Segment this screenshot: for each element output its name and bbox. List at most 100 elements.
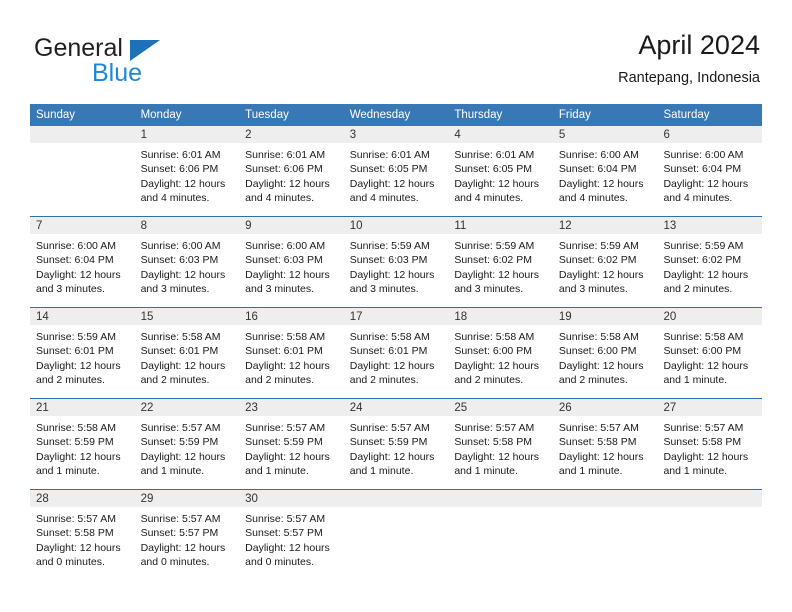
day-detail-line: Sunrise: 5:58 AM	[245, 331, 326, 343]
calendar-day-cell[interactable]: 26 Sunrise: 5:57 AM Sunset: 5:58 PM Dayligh…	[552, 399, 658, 478]
day-details: Sunrise: 5:59 AM Sunset: 6:01 PM Daylight:…	[30, 325, 135, 386]
calendar-day-cell-empty	[657, 490, 763, 567]
day-detail-line: and 3 minutes.	[558, 283, 628, 296]
day-number: 5	[552, 126, 658, 143]
day-details: Sunrise: 5:58 AM Sunset: 6:00 PM Daylight:…	[552, 325, 658, 386]
calendar-day-cell[interactable]: 2 Sunrise: 6:01 AM Sunset: 6:06 PM Daylight…	[239, 126, 344, 204]
calendar-day-cell[interactable]: 6 Sunrise: 6:00 AM Sunset: 6:04 PM Daylight…	[657, 126, 763, 205]
day-detail-line: Daylight: 12 hours	[36, 359, 121, 372]
day-detail-line: Sunset: 5:58 PM	[36, 527, 114, 540]
day-detail-line: and 0 minutes.	[36, 556, 105, 569]
weekday-header-monday: Monday	[140, 109, 182, 121]
calendar-day-cell[interactable]: 14 Sunrise: 5:59 AM Sunset: 6:01 PM Dayligh…	[30, 308, 135, 386]
day-detail-line: Daylight: 12 hours	[140, 268, 226, 281]
day-detail-line: Sunset: 5:58 PM	[454, 436, 532, 449]
day-detail-line: Daylight: 12 hours	[245, 541, 330, 554]
day-detail-line: Sunset: 6:05 PM	[349, 163, 428, 176]
day-detail-line: Daylight: 12 hours	[663, 268, 749, 281]
day-detail-line: Sunrise: 6:01 AM	[245, 149, 326, 161]
calendar-day-cell[interactable]: 20 Sunrise: 5:58 AM Sunset: 6:00 PM Dayligh…	[657, 308, 763, 386]
day-details: Sunrise: 5:57 AM Sunset: 5:57 PM Daylight:…	[239, 507, 344, 569]
calendar-day-cell[interactable]: 16 Sunrise: 5:58 AM Sunset: 6:01 PM Dayligh…	[239, 308, 344, 386]
calendar-day-cell-empty	[343, 490, 449, 567]
calendar-day-cell[interactable]: 9 Sunrise: 6:00 AM Sunset: 6:03 PM Daylight…	[239, 217, 344, 295]
day-details	[657, 507, 763, 567]
day-detail-line: Daylight: 12 hours	[36, 450, 121, 463]
day-detail-line: Daylight: 12 hours	[454, 268, 539, 281]
day-details: Sunrise: 5:59 AM Sunset: 6:02 PM Daylight:…	[552, 234, 658, 296]
day-detail-line: Sunrise: 5:59 AM	[36, 331, 116, 343]
day-detail-line: Daylight: 12 hours	[558, 268, 644, 281]
day-number: 20	[657, 308, 763, 325]
day-detail-line: Daylight: 12 hours	[558, 177, 644, 190]
day-detail-line: Daylight: 12 hours	[349, 450, 435, 463]
day-details	[552, 507, 658, 567]
day-detail-line: Daylight: 12 hours	[454, 177, 539, 190]
calendar-day-cell[interactable]: 19 Sunrise: 5:58 AM Sunset: 6:00 PM Dayligh…	[552, 308, 658, 386]
calendar-day-cell[interactable]: 29 Sunrise: 5:57 AM Sunset: 5:57 PM Dayligh…	[134, 490, 240, 568]
calendar-day-cell[interactable]: 13 Sunrise: 5:59 AM Sunset: 6:02 PM Dayligh…	[657, 217, 763, 295]
calendar-day-cell[interactable]: 30 Sunrise: 5:57 AM Sunset: 5:57 PM Dayligh…	[239, 490, 344, 569]
calendar-day-cell[interactable]: 24 Sunrise: 5:57 AM Sunset: 5:59 PM Dayligh…	[343, 399, 449, 477]
title-block: April 2024 Rantepang, Indonesia	[618, 28, 760, 89]
calendar-day-cell[interactable]: 1 Sunrise: 6:01 AM Sunset: 6:06 PM Daylight…	[134, 126, 240, 204]
day-detail-line: and 4 minutes.	[663, 192, 733, 205]
calendar-day-cell[interactable]: 3 Sunrise: 6:01 AM Sunset: 6:05 PM Daylight…	[343, 126, 449, 204]
day-detail-line: Sunset: 5:59 PM	[140, 436, 219, 449]
day-details: Sunrise: 6:01 AM Sunset: 6:06 PM Daylight:…	[239, 143, 344, 204]
day-number: 23	[239, 399, 344, 416]
calendar-day-cell[interactable]: 8 Sunrise: 6:00 AM Sunset: 6:03 PM Daylight…	[134, 217, 240, 295]
day-detail-line: and 1 minute.	[454, 465, 518, 478]
day-detail-line: and 3 minutes.	[36, 283, 105, 296]
day-number: 3	[343, 126, 449, 143]
day-detail-line: Sunrise: 6:01 AM	[454, 149, 535, 161]
day-detail-line: Sunrise: 5:57 AM	[454, 422, 535, 434]
calendar-day-cell[interactable]: 15 Sunrise: 5:58 AM Sunset: 6:01 PM Dayligh…	[134, 308, 240, 386]
day-detail-line: Sunset: 6:00 PM	[454, 345, 532, 358]
day-detail-line: Sunset: 6:02 PM	[663, 254, 742, 267]
calendar-day-cell[interactable]: 10 Sunrise: 5:59 AM Sunset: 6:03 PM Dayligh…	[343, 217, 449, 295]
day-detail-line: Daylight: 12 hours	[558, 359, 644, 372]
calendar-day-cell[interactable]: 12 Sunrise: 5:59 AM Sunset: 6:02 PM Dayligh…	[552, 217, 658, 296]
calendar-day-cell[interactable]: 18 Sunrise: 5:58 AM Sunset: 6:00 PM Dayligh…	[448, 308, 553, 387]
day-detail-line: Daylight: 12 hours	[140, 541, 226, 554]
day-detail-line: and 2 minutes.	[349, 374, 419, 387]
calendar-day-cell[interactable]: 23 Sunrise: 5:57 AM Sunset: 5:59 PM Dayligh…	[239, 399, 344, 477]
day-details: Sunrise: 5:57 AM Sunset: 5:58 PM Daylight:…	[657, 416, 763, 477]
day-number: 4	[448, 126, 553, 143]
day-detail-line: Sunset: 6:06 PM	[245, 163, 323, 176]
day-number: 26	[552, 399, 658, 416]
day-detail-line: and 2 minutes.	[454, 374, 524, 387]
calendar-day-cell[interactable]: 27 Sunrise: 5:57 AM Sunset: 5:58 PM Dayligh…	[657, 399, 763, 477]
day-detail-line: Sunrise: 5:57 AM	[245, 513, 326, 525]
calendar-day-cell[interactable]: 21 Sunrise: 5:58 AM Sunset: 5:59 PM Dayligh…	[30, 399, 135, 477]
day-detail-line: Daylight: 12 hours	[349, 268, 435, 281]
day-detail-line: Daylight: 12 hours	[36, 268, 121, 281]
day-detail-line: Sunrise: 5:58 AM	[36, 422, 116, 434]
logo-text-blue: Blue	[92, 59, 143, 87]
calendar-day-cell[interactable]: 7 Sunrise: 6:00 AM Sunset: 6:04 PM Daylight…	[30, 217, 135, 296]
day-detail-line: Sunrise: 5:57 AM	[140, 513, 221, 525]
day-number	[657, 490, 763, 507]
day-number: 17	[343, 308, 449, 325]
day-number: 8	[134, 217, 240, 234]
day-detail-line: Sunset: 6:01 PM	[36, 345, 114, 358]
day-details: Sunrise: 6:00 AM Sunset: 6:04 PM Daylight:…	[552, 143, 658, 204]
day-detail-line: Sunrise: 5:57 AM	[349, 422, 430, 434]
day-detail-line: Sunset: 6:03 PM	[349, 254, 428, 267]
calendar-day-cell[interactable]: 5 Sunrise: 6:00 AM Sunset: 6:04 PM Daylight…	[552, 126, 658, 204]
day-detail-line: Sunset: 6:06 PM	[140, 163, 219, 176]
day-detail-line: Sunrise: 5:57 AM	[663, 422, 744, 434]
calendar-day-cell[interactable]: 4 Sunrise: 6:01 AM Sunset: 6:05 PM Daylight…	[448, 126, 553, 204]
calendar-week-row: 28 Sunrise: 5:57 AM Sunset: 5:58 PM Dayligh…	[30, 489, 763, 569]
day-number: 10	[343, 217, 449, 234]
calendar-day-cell[interactable]: 22 Sunrise: 5:57 AM Sunset: 5:59 PM Dayligh…	[134, 399, 240, 477]
calendar-day-cell[interactable]: 25 Sunrise: 5:57 AM Sunset: 5:58 PM Dayligh…	[448, 399, 553, 478]
day-number: 7	[30, 217, 135, 234]
calendar-day-cell[interactable]: 17 Sunrise: 5:58 AM Sunset: 6:01 PM Dayligh…	[343, 308, 449, 387]
day-detail-line: and 0 minutes.	[245, 556, 315, 569]
calendar-day-cell[interactable]: 11 Sunrise: 5:59 AM Sunset: 6:02 PM Dayligh…	[448, 217, 553, 295]
day-detail-line: and 1 minute.	[558, 465, 623, 478]
calendar-day-cell[interactable]: 28 Sunrise: 5:57 AM Sunset: 5:58 PM Dayligh…	[30, 490, 135, 569]
day-number: 18	[448, 308, 553, 325]
